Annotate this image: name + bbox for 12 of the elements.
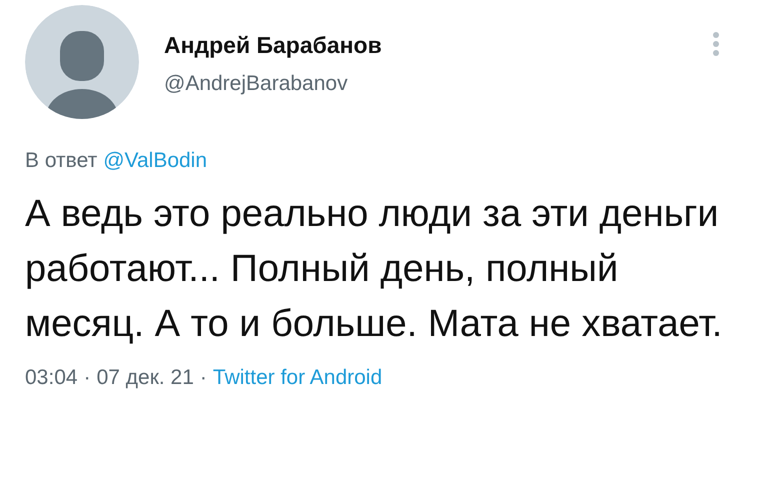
author-name[interactable]: Андрей Барабанов	[164, 31, 382, 59]
more-icon[interactable]	[712, 31, 720, 57]
avatar-icon	[25, 5, 139, 119]
separator-dot: ·	[200, 365, 207, 391]
tweet-text: А ведь это реально люди за эти деньги работают... Полный день, полный месяц. А то и больше. Мата не хватает.	[25, 192, 724, 347]
tweet-date: 07 дек. 21	[96, 365, 194, 391]
tweet-time: 03:04	[25, 365, 78, 391]
separator-dot: ·	[84, 365, 91, 391]
source-link[interactable]: Twitter for Android	[212, 364, 382, 392]
reply-label: В ответ	[25, 148, 98, 174]
author-handle[interactable]: @AndrejBarabanov	[164, 70, 382, 98]
mention-link[interactable]: @ValBodin	[103, 147, 208, 175]
